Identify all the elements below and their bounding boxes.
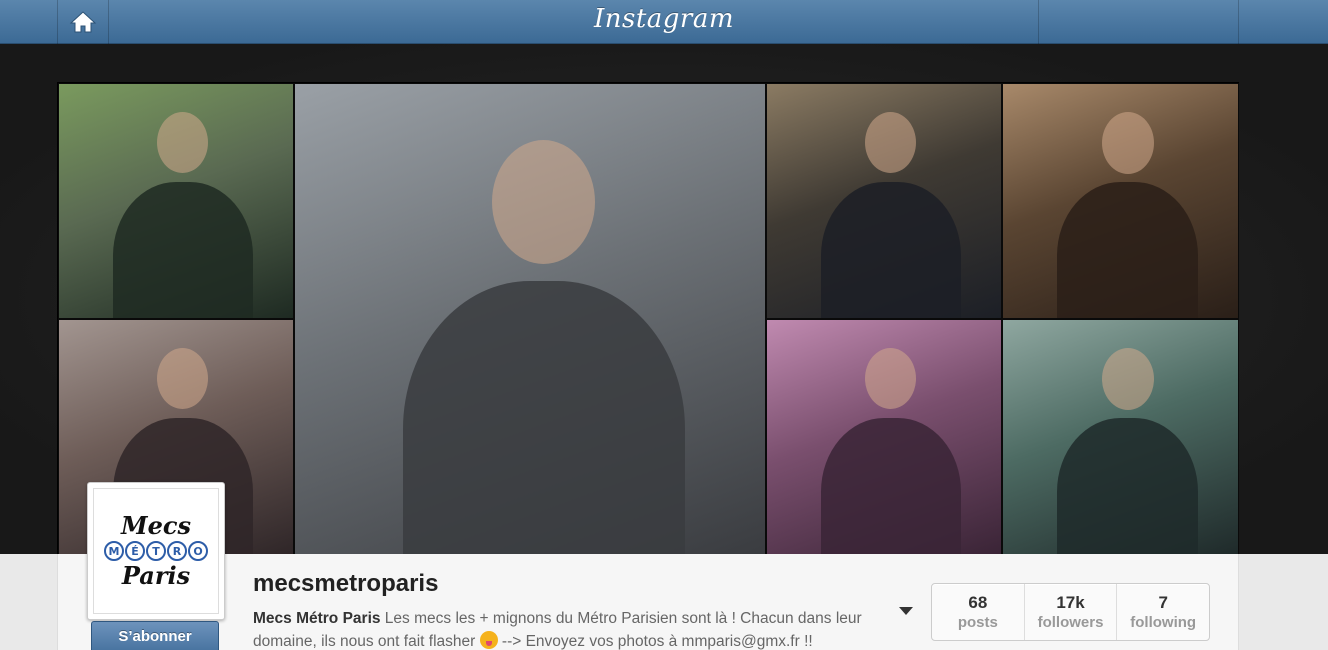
stat-followers[interactable]: 17k followers — [1025, 584, 1118, 640]
stat-posts-label: posts — [957, 614, 998, 631]
photo-subject-head — [157, 112, 208, 173]
photo-subject-body — [821, 182, 961, 318]
photo-tile[interactable] — [766, 83, 1002, 319]
avatar-text-bottom: Paris — [121, 561, 191, 590]
photo-tile[interactable] — [294, 83, 766, 555]
avatar-text-top: Mecs — [121, 511, 191, 540]
photo-subject-body — [1057, 418, 1198, 554]
profile-stats: 68 posts 17k followers 7 following — [931, 583, 1210, 641]
photo-subject-head — [865, 112, 916, 173]
stat-followers-count: 17k — [1056, 593, 1085, 612]
stat-posts-count: 68 — [968, 593, 988, 612]
photo-tile[interactable] — [1002, 83, 1239, 319]
photo-subject-head — [1102, 348, 1154, 410]
stat-following-label: following — [1130, 614, 1197, 631]
profile-bio: Mecs Métro Paris Les mecs les + mignons … — [253, 607, 893, 650]
photo-subject-body — [403, 281, 685, 554]
photo-tile[interactable] — [1002, 319, 1239, 555]
metro-letter: T — [146, 541, 166, 561]
photo-subject-body — [1057, 182, 1198, 318]
nav-slot — [1038, 0, 1238, 44]
photo-mosaic — [57, 82, 1239, 555]
photo-tile[interactable] — [58, 83, 294, 319]
photo-subject-head — [157, 348, 208, 409]
avatar-metro-logo: M É T R O — [104, 541, 208, 561]
metro-letter: R — [167, 541, 187, 561]
top-navigation-bar: Instagram — [0, 0, 1328, 44]
photo-subject-head — [492, 140, 595, 264]
photo-subject-body — [821, 418, 961, 554]
metro-letter: O — [188, 541, 208, 561]
bio-text-end: --> Envoyez vos photos à mmparis@gmx.fr … — [497, 633, 813, 650]
photo-subject-head — [865, 348, 916, 409]
photo-subject-body — [113, 182, 253, 318]
photo-tile[interactable] — [766, 319, 1002, 555]
nav-slot-right — [1238, 0, 1328, 44]
profile-avatar-frame[interactable]: Mecs M É T R O Paris — [87, 482, 225, 620]
stat-following[interactable]: 7 following — [1117, 584, 1209, 640]
metro-letter: M — [104, 541, 124, 561]
avatar: Mecs M É T R O Paris — [93, 488, 219, 614]
stat-followers-label: followers — [1037, 614, 1104, 631]
profile-username: mecsmetroparis — [253, 570, 439, 597]
chevron-down-icon[interactable] — [899, 607, 913, 615]
stat-following-count: 7 — [1158, 593, 1168, 612]
tongue-emoji-icon — [479, 631, 498, 649]
profile-full-name: Mecs Métro Paris — [253, 610, 381, 627]
follow-button[interactable]: S’abonner — [91, 621, 219, 650]
photo-subject-head — [1102, 112, 1154, 174]
metro-letter: É — [125, 541, 145, 561]
stat-posts[interactable]: 68 posts — [932, 584, 1025, 640]
